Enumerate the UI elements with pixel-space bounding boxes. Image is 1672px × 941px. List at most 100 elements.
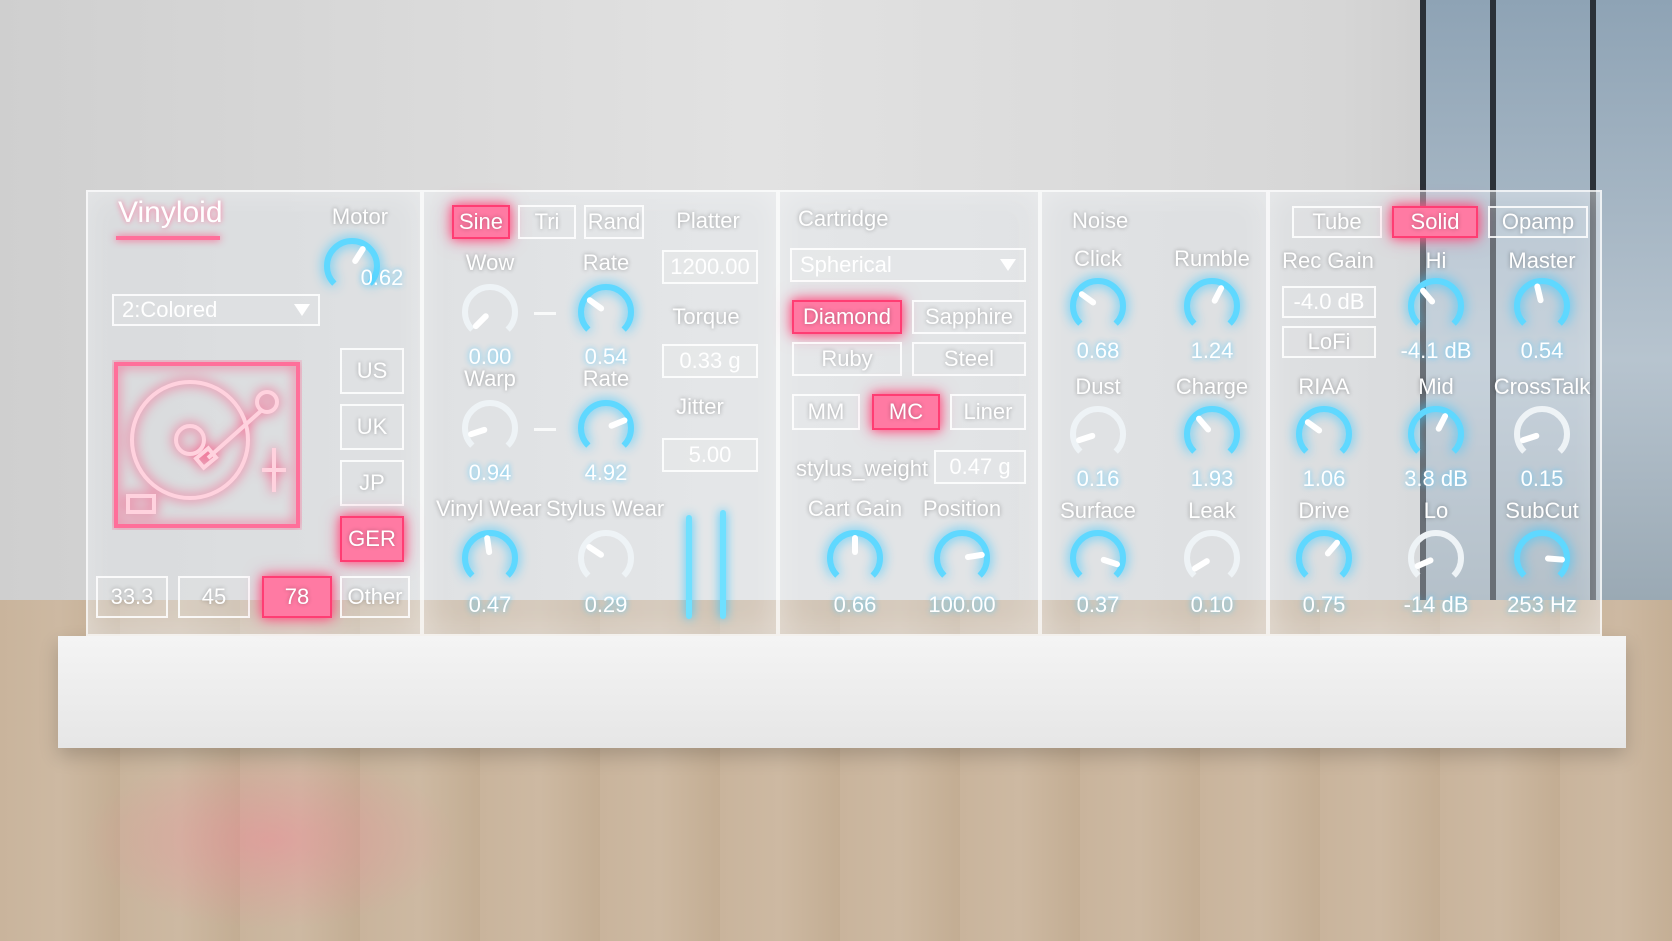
master-knob[interactable] <box>1512 276 1572 336</box>
jitter-field[interactable]: 5.00 <box>662 438 758 472</box>
warp-rate-knob[interactable] <box>576 398 636 458</box>
lo-label: Lo <box>1423 498 1449 523</box>
leak-label: Leak <box>1188 498 1236 523</box>
region-jp-button[interactable]: JP <box>340 460 404 506</box>
knob-pointer <box>1544 555 1565 563</box>
drive-value: 0.75 <box>1302 592 1346 617</box>
circuit-opamp-button[interactable]: Opamp <box>1488 206 1588 238</box>
knob-pointer <box>1414 557 1434 569</box>
knob-ring <box>1184 278 1240 326</box>
cart-gain-knob[interactable] <box>825 528 885 588</box>
subcut-value: 253 Hz <box>1507 592 1577 617</box>
stylus-weight-field[interactable]: 0.47 g <box>934 450 1026 484</box>
torque-field[interactable]: 0.33 g <box>662 344 758 378</box>
knob-pointer <box>1324 539 1340 557</box>
stylus-ruby-button[interactable]: Ruby <box>792 342 902 376</box>
knob-ring <box>462 284 518 332</box>
cart-mc-button[interactable]: MC <box>872 394 940 430</box>
drive-label: Drive <box>1298 498 1350 523</box>
lfo-rand-button[interactable]: Rand <box>584 205 644 239</box>
platter-label: Platter <box>676 208 740 233</box>
knob-pointer <box>1196 415 1212 433</box>
rumble-value: 1.24 <box>1190 338 1234 363</box>
click-label: Click <box>1074 246 1122 271</box>
motor-label: Motor <box>331 204 389 229</box>
knob-pointer <box>1519 432 1540 444</box>
region-us-button[interactable]: US <box>340 348 404 394</box>
circuit-solid-button[interactable]: Solid <box>1392 206 1478 238</box>
vinyl-type-dropdown[interactable]: 2:Colored <box>112 294 320 326</box>
stylus-wear-knob[interactable] <box>576 528 636 588</box>
crosstalk-knob[interactable] <box>1512 404 1572 464</box>
warp-rate-link <box>534 428 556 431</box>
cart-gain-label: Cart Gain <box>807 496 903 521</box>
wow-knob[interactable] <box>460 282 520 342</box>
stylus-sapphire-button[interactable]: Sapphire <box>912 300 1026 334</box>
rec-gain-label: Rec Gain <box>1282 248 1374 273</box>
hi-knob[interactable] <box>1406 276 1466 336</box>
charge-label: Charge <box>1175 374 1249 399</box>
floor-reflection <box>80 750 460 930</box>
lo-knob[interactable] <box>1406 528 1466 588</box>
surface-knob[interactable] <box>1068 528 1128 588</box>
noise-label: Noise <box>1072 208 1129 233</box>
stylus-wear-label: Stylus Wear <box>546 496 665 521</box>
warp-knob[interactable] <box>460 398 520 458</box>
knob-ring <box>1070 406 1126 454</box>
knob-pointer <box>586 297 605 312</box>
knob-ring <box>578 284 634 332</box>
display-plinth <box>58 636 1626 748</box>
subcut-knob[interactable] <box>1512 528 1572 588</box>
lfo-sine-button[interactable]: Sine <box>452 205 510 239</box>
wow-rate-label: Rate <box>582 250 630 275</box>
speed-other-button[interactable]: Other <box>340 576 410 618</box>
cartridge-shape-selected: Spherical <box>800 252 892 277</box>
stylus-diamond-button[interactable]: Diamond <box>792 300 902 334</box>
rec-gain-field[interactable]: -4.0 dB <box>1282 286 1376 318</box>
leak-knob[interactable] <box>1182 528 1242 588</box>
mid-value: 3.8 dB <box>1404 466 1468 491</box>
charge-knob[interactable] <box>1182 404 1242 464</box>
cartridge-shape-dropdown[interactable]: Spherical <box>790 248 1026 282</box>
vinyl-wear-knob[interactable] <box>460 528 520 588</box>
brand-title: Vinyloid <box>118 196 223 229</box>
master-value: 0.54 <box>1520 338 1564 363</box>
speed-78-button[interactable]: 78 <box>262 576 332 618</box>
cart-liner-button[interactable]: Liner <box>950 394 1026 430</box>
cart-mm-button[interactable]: MM <box>792 394 860 430</box>
circuit-tube-button[interactable]: Tube <box>1292 206 1382 238</box>
click-knob[interactable] <box>1068 276 1128 336</box>
knob-ring <box>1408 278 1464 326</box>
turntable-icon <box>112 360 302 530</box>
lfo-tri-button[interactable]: Tri <box>518 205 576 239</box>
wow-rate-link <box>534 312 556 315</box>
riaa-knob[interactable] <box>1294 404 1354 464</box>
dust-knob[interactable] <box>1068 404 1128 464</box>
rumble-knob[interactable] <box>1182 276 1242 336</box>
click-value: 0.68 <box>1076 338 1120 363</box>
lofi-button[interactable]: LoFi <box>1282 326 1376 358</box>
knob-ring <box>578 530 634 578</box>
stylus-steel-button[interactable]: Steel <box>912 342 1026 376</box>
region-uk-button[interactable]: UK <box>340 404 404 450</box>
speed-33-button[interactable]: 33.3 <box>96 576 168 618</box>
knob-pointer <box>1534 283 1544 304</box>
cart-gain-value: 0.66 <box>833 592 877 617</box>
chevron-down-icon <box>294 304 310 316</box>
knob-pointer <box>608 417 628 429</box>
stylus-weight-label: stylus_weight <box>796 456 929 481</box>
speed-45-button[interactable]: 45 <box>178 576 250 618</box>
knob-pointer <box>484 535 493 556</box>
position-knob[interactable] <box>932 528 992 588</box>
drive-knob[interactable] <box>1294 528 1354 588</box>
brand-underline <box>116 236 220 240</box>
wow-rate-knob[interactable] <box>576 282 636 342</box>
lo-value: -14 dB <box>1403 592 1469 617</box>
vinyl-wear-label: Vinyl Wear <box>436 496 542 521</box>
torque-label: Torque <box>672 304 740 329</box>
platter-field[interactable]: 1200.00 <box>662 250 758 284</box>
warp-rate-label: Rate <box>582 366 630 391</box>
region-ger-button[interactable]: GER <box>340 516 404 562</box>
warp-value: 0.94 <box>468 460 512 485</box>
mid-knob[interactable] <box>1406 404 1466 464</box>
